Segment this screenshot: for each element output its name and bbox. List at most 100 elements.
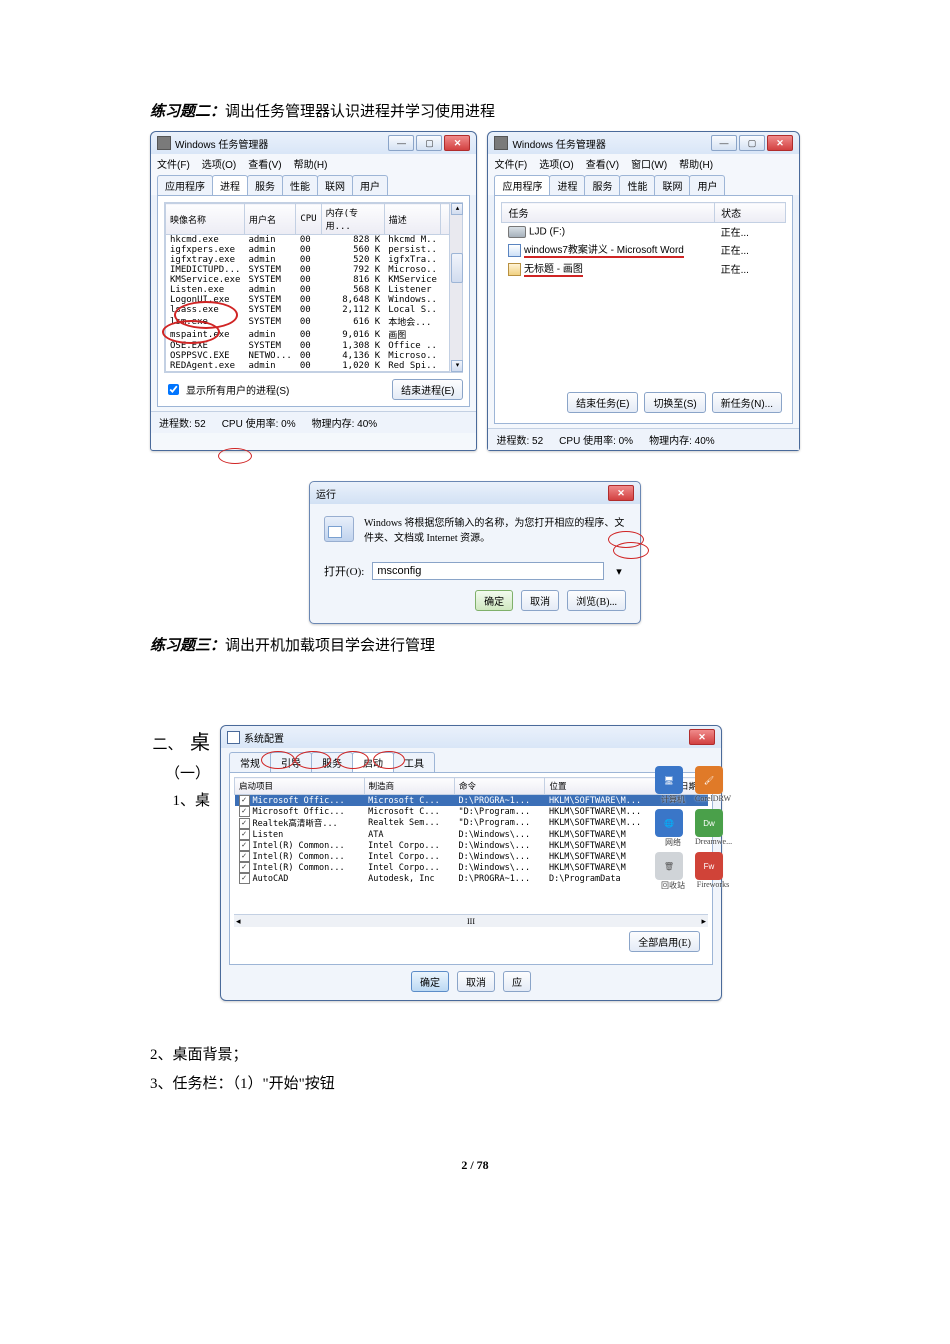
- table-row[interactable]: ✓Realtek高清晰音...Realtek Sem..."D:\Program…: [235, 817, 708, 829]
- tab-users[interactable]: 用户: [689, 175, 725, 195]
- tab-services[interactable]: 服务: [247, 175, 283, 195]
- vertical-scrollbar[interactable]: ▴ ▾: [449, 203, 462, 372]
- titlebar[interactable]: Windows 任务管理器 — ▢ ✕: [488, 132, 799, 154]
- process-table[interactable]: 映像名称 用户名 CPU 内存(专用... 描述 hkcmd.exeadmin0…: [165, 203, 462, 372]
- tab-performance[interactable]: 性能: [282, 175, 318, 195]
- checkbox-icon[interactable]: ✓: [239, 818, 250, 829]
- table-row[interactable]: OSE.EXESYSTEM001,308 KOffice ..: [166, 341, 462, 351]
- table-row[interactable]: IMEDICTUPD...SYSTEM00792 KMicroso..: [166, 265, 462, 275]
- table-row[interactable]: ✓Intel(R) Common...Intel Corpo...D:\Wind…: [235, 862, 708, 873]
- tab-network[interactable]: 联网: [317, 175, 353, 195]
- startup-table[interactable]: 启动项目 制造商 命令 位置 禁用日期 ✓Microsoft Offic...M…: [234, 777, 708, 884]
- tab-performance[interactable]: 性能: [619, 175, 655, 195]
- checkbox-icon[interactable]: [168, 384, 179, 395]
- col-cmd[interactable]: 命令: [455, 778, 545, 795]
- menu-view[interactable]: 查看(V): [248, 156, 281, 171]
- table-row[interactable]: OSPPSVC.EXENETWO...004,136 KMicroso..: [166, 351, 462, 361]
- col-desc[interactable]: 描述: [384, 204, 441, 235]
- tab-services[interactable]: 服务: [584, 175, 620, 195]
- dropdown-icon[interactable]: ▾: [612, 565, 626, 578]
- titlebar[interactable]: 系统配置 ✕: [221, 726, 721, 748]
- cancel-button[interactable]: 取消: [457, 971, 495, 992]
- end-process-button[interactable]: 结束进程(E): [392, 379, 463, 400]
- minimize-button[interactable]: —: [388, 135, 414, 151]
- table-row[interactable]: ✓Intel(R) Common...Intel Corpo...D:\Wind…: [235, 840, 708, 851]
- scroll-thumb[interactable]: [451, 253, 463, 283]
- col-cpu[interactable]: CPU: [296, 204, 321, 235]
- table-row[interactable]: 无标题 - 画图正在...: [502, 259, 786, 278]
- titlebar[interactable]: Windows 任务管理器 — ▢ ✕: [151, 132, 476, 154]
- menu-file[interactable]: 文件(F): [494, 156, 527, 171]
- computer-icon[interactable]: 🖥: [655, 766, 683, 794]
- maximize-button[interactable]: ▢: [416, 135, 442, 151]
- browse-button[interactable]: 浏览(B)...: [567, 590, 626, 611]
- checkbox-icon[interactable]: ✓: [239, 806, 250, 817]
- table-row[interactable]: LJD (F:)正在...: [502, 223, 786, 241]
- horizontal-scrollbar[interactable]: ◂ III ▸: [234, 914, 708, 927]
- menu-help[interactable]: 帮助(H): [294, 156, 328, 171]
- table-row[interactable]: mspaint.exeadmin009,016 K画图: [166, 328, 462, 341]
- tab-apps[interactable]: 应用程序: [157, 175, 213, 195]
- tab-users[interactable]: 用户: [352, 175, 388, 195]
- switch-to-button[interactable]: 切换至(S): [644, 392, 705, 413]
- tab-processes[interactable]: 进程: [549, 175, 585, 195]
- table-row[interactable]: hkcmd.exeadmin00828 Khkcmd M..: [166, 235, 462, 246]
- checkbox-icon[interactable]: ✓: [239, 873, 250, 884]
- fireworks-icon[interactable]: Fw: [695, 852, 723, 880]
- checkbox-icon[interactable]: ✓: [239, 840, 250, 851]
- apps-table[interactable]: 任务 状态 LJD (F:)正在...windows7教案讲义 - Micros…: [501, 202, 786, 278]
- table-row[interactable]: Listen.exeadmin00568 KListener: [166, 285, 462, 295]
- table-row[interactable]: REDAgent.exeadmin001,020 KRed Spi..: [166, 361, 462, 372]
- tab-apps[interactable]: 应用程序: [494, 175, 550, 195]
- scroll-down-icon[interactable]: ▾: [451, 360, 463, 372]
- scroll-left-icon[interactable]: ◂: [236, 916, 241, 927]
- checkbox-icon[interactable]: ✓: [239, 862, 250, 873]
- table-row[interactable]: ✓Intel(R) Common...Intel Corpo...D:\Wind…: [235, 851, 708, 862]
- col-user[interactable]: 用户名: [244, 204, 295, 235]
- table-row[interactable]: LogonUI.exeSYSTEM008,648 KWindows..: [166, 295, 462, 305]
- menu-options[interactable]: 选项(O): [539, 156, 573, 171]
- maximize-button[interactable]: ▢: [739, 135, 765, 151]
- tab-services[interactable]: 服务: [311, 752, 353, 772]
- scroll-right-icon[interactable]: ▸: [701, 916, 706, 927]
- table-row[interactable]: KMService.exeSYSTEM00816 KKMService: [166, 275, 462, 285]
- menu-view[interactable]: 查看(V): [586, 156, 619, 171]
- col-item[interactable]: 启动项目: [235, 778, 365, 795]
- menu-help[interactable]: 帮助(H): [679, 156, 713, 171]
- table-row[interactable]: windows7教案讲义 - Microsoft Word正在...: [502, 240, 786, 259]
- open-input[interactable]: [372, 562, 604, 580]
- close-button[interactable]: ✕: [608, 485, 634, 501]
- scroll-up-icon[interactable]: ▴: [451, 203, 463, 215]
- tab-processes[interactable]: 进程: [212, 175, 248, 195]
- apply-button[interactable]: 应: [503, 971, 531, 992]
- tab-network[interactable]: 联网: [654, 175, 690, 195]
- menu-options[interactable]: 选项(O): [202, 156, 236, 171]
- titlebar[interactable]: 运行 ✕: [310, 482, 640, 504]
- tab-startup[interactable]: 启动: [352, 752, 394, 772]
- col-task[interactable]: 任务: [502, 203, 715, 223]
- enable-all-button[interactable]: 全部启用(E): [629, 931, 700, 952]
- table-row[interactable]: igfxtray.exeadmin00520 KigfxTra..: [166, 255, 462, 265]
- table-row[interactable]: ✓Microsoft Offic...Microsoft C..."D:\Pro…: [235, 806, 708, 817]
- show-all-users-checkbox[interactable]: 显示所有用户的进程(S): [164, 381, 289, 398]
- table-row[interactable]: igfxpers.exeadmin00560 Kpersist..: [166, 245, 462, 255]
- tab-general[interactable]: 常规: [229, 752, 271, 772]
- minimize-button[interactable]: —: [711, 135, 737, 151]
- table-row[interactable]: ✓Microsoft Offic...Microsoft C...D:\PROG…: [235, 795, 708, 807]
- network-icon[interactable]: 🌐: [655, 809, 683, 837]
- checkbox-icon[interactable]: ✓: [239, 851, 250, 862]
- dreamweaver-icon[interactable]: Dw: [695, 809, 723, 837]
- close-button[interactable]: ✕: [689, 729, 715, 745]
- ok-button[interactable]: 确定: [475, 590, 513, 611]
- menu-file[interactable]: 文件(F): [157, 156, 190, 171]
- checkbox-icon[interactable]: ✓: [239, 795, 250, 806]
- coreldraw-icon[interactable]: 🖌: [695, 766, 723, 794]
- table-row[interactable]: lsass.exeSYSTEM002,112 KLocal S..: [166, 305, 462, 315]
- col-loc[interactable]: 位置: [545, 778, 659, 795]
- table-row[interactable]: lsm.exeSYSTEM00616 K本地会...: [166, 315, 462, 328]
- ok-button[interactable]: 确定: [411, 971, 449, 992]
- close-button[interactable]: ✕: [444, 135, 470, 151]
- col-mem[interactable]: 内存(专用...: [321, 204, 384, 235]
- new-task-button[interactable]: 新任务(N)...: [712, 392, 782, 413]
- close-button[interactable]: ✕: [767, 135, 793, 151]
